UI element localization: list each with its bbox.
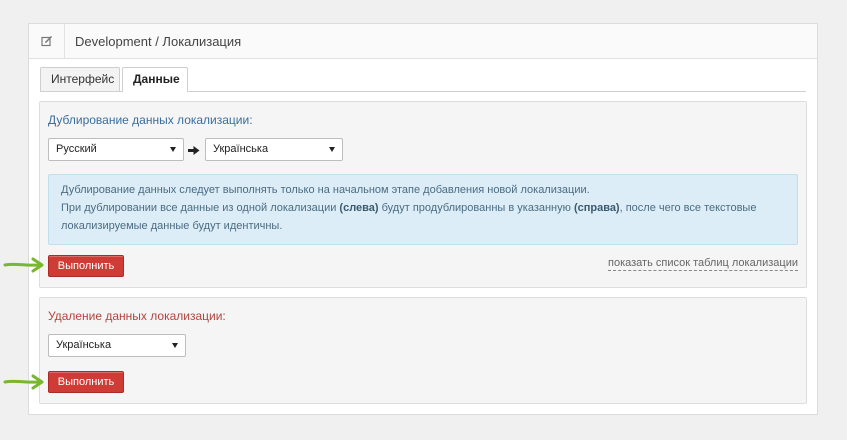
page-title: Development / Локализация <box>75 33 242 49</box>
tab-bar: Интерфейс Данные <box>40 67 806 92</box>
arrow-right-icon <box>188 146 200 155</box>
info-line-3: локализируемые данные будут идентичны. <box>61 220 283 232</box>
edit-icon <box>29 24 65 58</box>
source-locale-value: Русский <box>56 143 97 155</box>
chevron-down-icon <box>170 147 176 152</box>
annotation-arrow-icon <box>3 374 44 390</box>
source-locale-select[interactable]: Русский <box>48 138 184 161</box>
tab-data[interactable]: Данные <box>122 67 188 92</box>
duplicate-section: Дублирование данных локализации: Русский… <box>39 101 807 288</box>
delete-title: Удаление данных локализации: <box>48 309 226 323</box>
target-locale-select[interactable]: Українська <box>205 138 343 161</box>
chevron-down-icon <box>329 147 335 152</box>
delete-locale-value: Українська <box>56 339 112 351</box>
info-left: (слева) <box>339 202 379 214</box>
tab-interface[interactable]: Интерфейс <box>40 67 120 91</box>
chevron-down-icon <box>172 343 178 348</box>
delete-section: Удаление данных локализации: Українська … <box>39 297 807 404</box>
target-locale-value: Українська <box>213 143 269 155</box>
delete-execute-button[interactable]: Выполнить <box>48 371 124 393</box>
info-right: (справа) <box>573 202 620 214</box>
info-alert: Дублирование данных следует выполнять то… <box>48 174 798 245</box>
show-tables-link[interactable]: показать список таблиц локализации <box>608 257 798 271</box>
annotation-arrow-icon <box>3 257 44 273</box>
panel-header: Development / Локализация <box>29 24 817 59</box>
info-line-2: При дублировании все данные из одной лок… <box>61 202 757 214</box>
localization-panel: Development / Локализация Интерфейс Данн… <box>28 23 818 415</box>
info-line-1: Дублирование данных следует выполнять то… <box>61 184 590 196</box>
duplicate-execute-button[interactable]: Выполнить <box>48 255 124 277</box>
duplicate-title: Дублирование данных локализации: <box>48 113 253 127</box>
delete-locale-select[interactable]: Українська <box>48 334 186 357</box>
